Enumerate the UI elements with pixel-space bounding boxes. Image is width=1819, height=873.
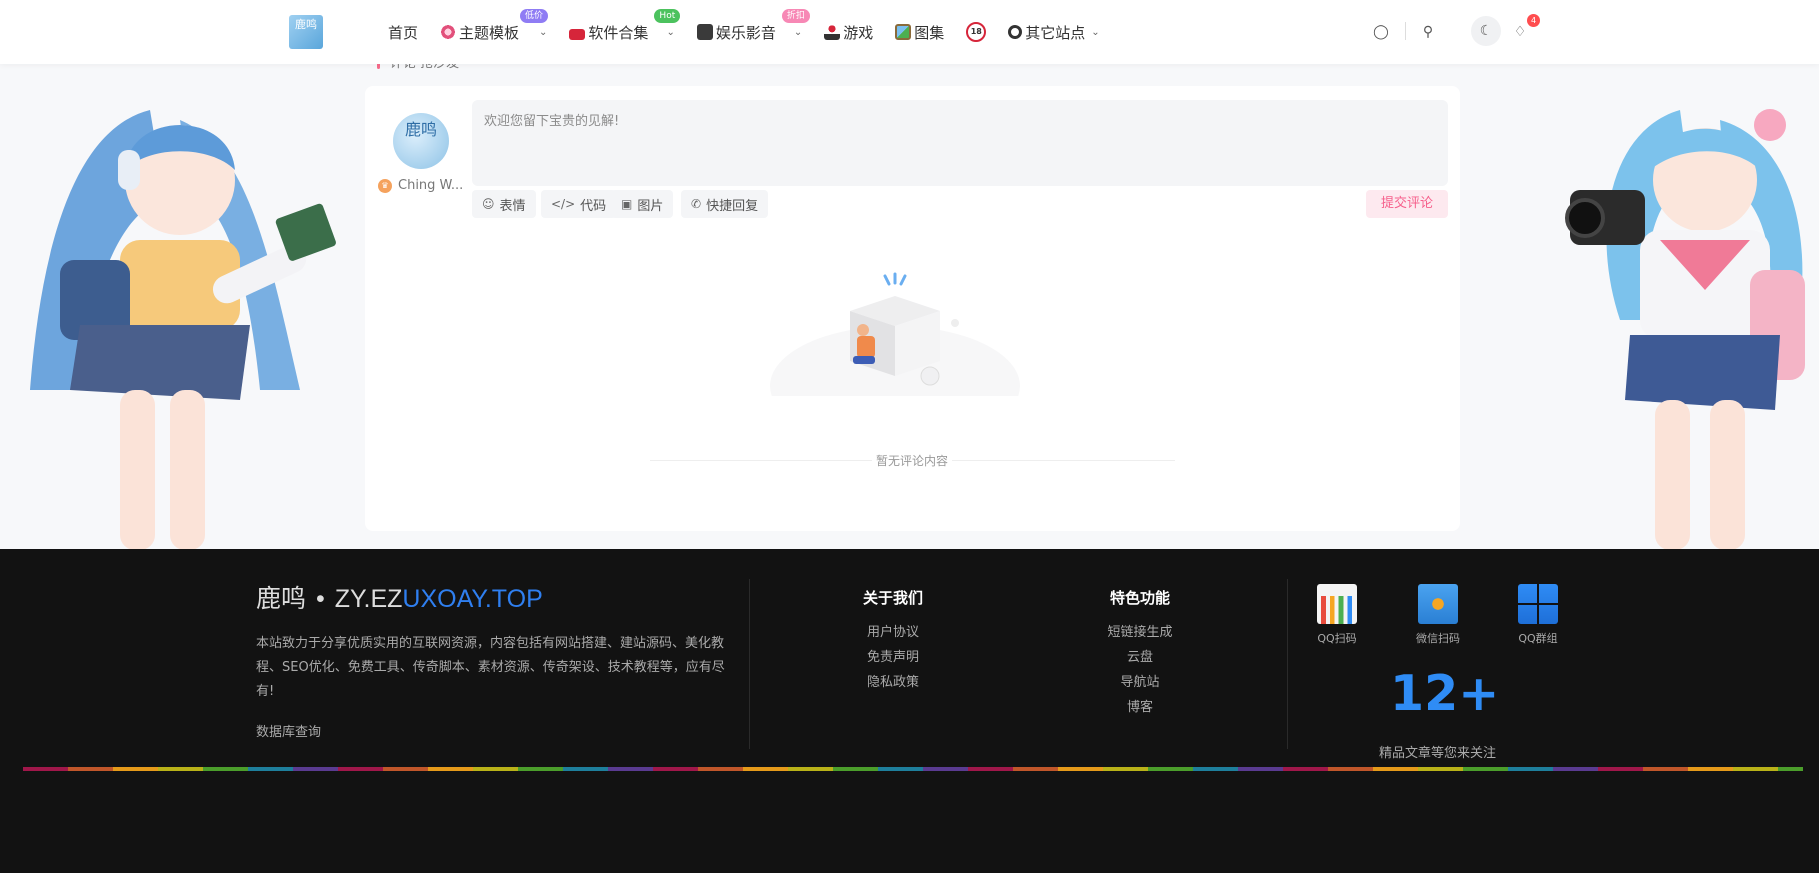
comment-input[interactable] (472, 100, 1448, 186)
chevron-down-icon: ⌄ (666, 26, 675, 38)
footer-description: 本站致力于分享优质实用的互联网资源，内容包括有网站搭建、建站源码、美化教程、SE… (256, 636, 725, 699)
article-count: 12+ (1390, 665, 1500, 722)
image-button[interactable]: ▣ 图片 (611, 190, 674, 218)
nav-adult[interactable]: 18 (966, 22, 987, 42)
follow-text: 精品文章等您来关注 (1378, 746, 1496, 761)
footer-divider (749, 579, 750, 749)
nav-games[interactable]: 游戏 (824, 22, 873, 43)
link-user-agreement[interactable]: 用户协议 (823, 620, 963, 645)
badge-discount: 折扣 (781, 8, 810, 23)
link-navigation-site[interactable]: 导航站 (1070, 670, 1210, 695)
empty-box-illustration (770, 272, 1020, 396)
username: Ching W... (398, 178, 464, 193)
nav-software[interactable]: 软件合集 Hot ⌄ (569, 8, 681, 43)
image-icon: ▣ (621, 197, 633, 211)
anime-girl-right-image (1565, 109, 1805, 550)
link-icon (1008, 25, 1023, 39)
badge-hot: Hot (654, 8, 681, 23)
qq-group-item[interactable]: QQ群组 (1508, 584, 1568, 646)
smile-icon: ☺ (482, 197, 495, 211)
tv-icon (696, 24, 713, 40)
nav-entertainment[interactable]: 娱乐影音 折扣 ⌄ (696, 8, 810, 43)
search-icon[interactable]: ⚲ (1418, 22, 1438, 42)
chevron-down-icon: ⌄ (539, 26, 548, 38)
empty-comments-text: 暂无评论内容 (872, 452, 952, 469)
code-button[interactable]: </> 代码 (541, 190, 617, 218)
crown-icon: ♛ (378, 178, 392, 193)
toolbox-icon (569, 28, 586, 40)
link-privacy-policy[interactable]: 隐私政策 (823, 670, 963, 695)
qq-scan-item[interactable]: QQ扫码 (1307, 584, 1367, 646)
emoji-button[interactable]: ☺ 表情 (472, 190, 536, 218)
link-blog[interactable]: 博客 (1070, 695, 1210, 720)
nav-other-sites[interactable]: 其它站点 ⌄ (1008, 22, 1100, 43)
about-heading: 关于我们 (862, 589, 923, 607)
footer-about-column: 关于我们 用户协议 免责声明 隐私政策 (823, 587, 963, 695)
anime-girl-left-image (30, 110, 336, 550)
quick-reply-button[interactable]: ✆ 快捷回复 (681, 190, 769, 218)
link-short-url[interactable]: 短链接生成 (1070, 620, 1210, 645)
header-divider (1405, 22, 1406, 40)
dark-mode-toggle[interactable]: ☾ (1471, 16, 1501, 46)
nav-gallery[interactable]: 图集 (895, 22, 944, 43)
windows-icon (1518, 584, 1558, 624)
moon-icon: ☾ (1479, 23, 1493, 39)
nav-theme-templates[interactable]: 主题模板 低价 ⌄ (440, 8, 549, 43)
avatar[interactable]: 鹿鸣 (393, 113, 449, 169)
code-icon: </> (551, 197, 576, 211)
link-disclaimer[interactable]: 免责声明 (823, 645, 963, 670)
age-18-icon: 18 (966, 22, 987, 42)
chevron-down-icon: ⌄ (793, 26, 803, 38)
badge-low-price: 低价 (520, 8, 549, 23)
footer-features-column: 特色功能 短链接生成 云盘 导航站 博客 (1070, 587, 1210, 720)
user-name-line: ♛ Ching W... (378, 178, 463, 193)
site-footer: 鹿鸣 • ZY.EZUXOAY.TOP 本站致力于分享优质实用的互联网资源，内容包括… (0, 549, 1819, 873)
joystick-icon (824, 24, 841, 40)
database-query-link[interactable]: 数据库查询 (256, 721, 321, 740)
submit-comment-button[interactable]: 提交评论 (1366, 190, 1448, 218)
wechat-scan-item[interactable]: 微信扫码 (1408, 584, 1468, 646)
whatsapp-icon: ✆ (691, 197, 702, 211)
site-logo[interactable]: 鹿鸣 (289, 15, 323, 49)
dashboard-icon (1418, 584, 1458, 624)
picture-icon (895, 24, 912, 40)
footer-divider (1287, 579, 1288, 749)
rainbow-divider (23, 767, 1803, 771)
footer-brand: 鹿鸣 • ZY.EZUXOAY.TOP (256, 585, 543, 613)
bar-chart-icon (1317, 584, 1357, 624)
site-header: 鹿鸣 首页 主题模板 低价 ⌄ 软件合集 Hot ⌄ 娱乐影音 折扣 ⌄ 游戏 (0, 0, 1819, 64)
link-cloud-drive[interactable]: 云盘 (1070, 645, 1210, 670)
flower-icon (440, 24, 457, 40)
chevron-down-icon: ⌄ (1091, 26, 1100, 38)
main-nav: 首页 主题模板 低价 ⌄ 软件合集 Hot ⌄ 娱乐影音 折扣 ⌄ 游戏 图集 (388, 0, 1122, 64)
features-heading: 特色功能 (1109, 589, 1170, 607)
notification-count-badge: 4 (1527, 14, 1540, 27)
nav-home[interactable]: 首页 (388, 22, 418, 43)
comment-card: 鹿鸣 ♛ Ching W... ☺表情 </>代码 ▣图片 ✆快捷回复 提交评论… (365, 86, 1460, 531)
lightbulb-icon[interactable]: ◯ (1371, 22, 1391, 42)
bell-icon[interactable]: ♢ (1510, 22, 1530, 42)
